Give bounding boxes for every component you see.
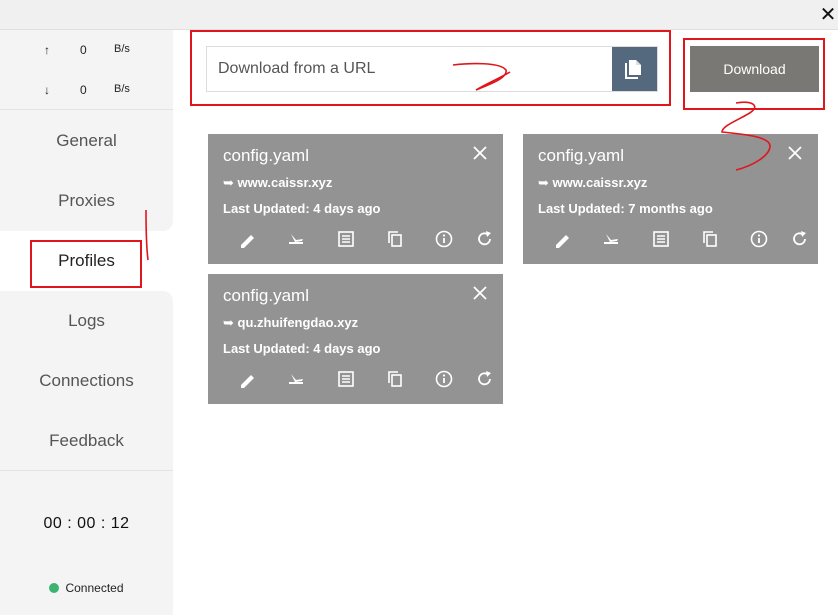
info-icon[interactable] [435,370,453,388]
refresh-icon[interactable] [476,370,494,388]
profile-url: ➥ www.caissr.xyz [538,175,648,190]
nav-item-feedback[interactable]: Feedback [0,411,173,471]
download-value: 0 [80,83,87,97]
close-icon[interactable] [473,286,487,300]
profile-last-updated: Last Updated: 4 days ago [223,201,381,216]
info-icon[interactable] [435,230,453,248]
update-selected-icon[interactable] [287,230,305,248]
profile-url: ➥ qu.zhuifengdao.xyz [223,315,359,330]
download-arrow-icon: ↓ [44,83,50,97]
profile-card[interactable]: config.yaml ➥ www.caissr.xyz Last Update… [523,134,818,264]
traffic-speed: ↑ 0 B/s ↓ 0 B/s [0,30,173,110]
close-icon[interactable] [788,146,802,160]
profile-last-updated: Last Updated: 4 days ago [223,341,381,356]
sidebar-footer: 00 : 00 : 12 Connected [0,470,173,615]
profile-name: config.yaml [223,286,309,305]
view-list-icon[interactable] [652,230,670,248]
nav-item-logs[interactable]: Logs [0,291,173,351]
sidebar-nav: General Proxies Profiles Logs Connection… [0,111,173,471]
edit-icon[interactable] [553,230,571,248]
status-dot-icon [49,583,60,593]
profile-card[interactable]: config.yaml ➥ qu.zhuifengdao.xyz Last Up… [208,274,503,404]
upload-speed: ↑ 0 B/s [0,43,173,63]
refresh-icon[interactable] [791,230,809,248]
nav-item-connections[interactable]: Connections [0,351,173,411]
upload-unit: B/s [114,43,130,55]
info-icon[interactable] [750,230,768,248]
download-speed: ↓ 0 B/s [0,83,173,103]
title-bar: ✕ [0,0,838,30]
view-list-icon[interactable] [337,230,355,248]
profile-actions [208,230,503,250]
nav-item-general[interactable]: General [0,111,173,171]
profile-actions [523,230,818,250]
profile-last-updated: Last Updated: 7 months ago [538,201,713,216]
nav-item-proxies[interactable]: Proxies [0,171,173,231]
profile-card[interactable]: config.yaml ➥ www.caissr.xyz Last Update… [208,134,503,264]
upload-value: 0 [80,43,87,57]
upload-arrow-icon: ↑ [44,43,50,57]
profile-url: ➥ www.caissr.xyz [223,175,333,190]
download-unit: B/s [114,83,130,95]
sidebar: ↑ 0 B/s ↓ 0 B/s General Proxies Profiles… [0,30,173,615]
edit-icon[interactable] [238,370,256,388]
close-window-icon[interactable]: ✕ [818,5,838,25]
copy-icon[interactable] [386,230,404,248]
update-selected-icon[interactable] [287,370,305,388]
view-list-icon[interactable] [337,370,355,388]
status-label: Connected [65,581,124,595]
uptime-timer: 00 : 00 : 12 [43,515,130,532]
annotation-box-download [683,38,825,110]
profile-actions [208,370,503,390]
profile-name: config.yaml [223,146,309,165]
annotation-box-url [190,30,671,106]
connection-status: Connected [0,581,173,595]
copy-icon[interactable] [701,230,719,248]
edit-icon[interactable] [238,230,256,248]
profile-name: config.yaml [538,146,624,165]
copy-icon[interactable] [386,370,404,388]
close-icon[interactable] [473,146,487,160]
refresh-icon[interactable] [476,230,494,248]
update-selected-icon[interactable] [602,230,620,248]
annotation-box-profiles [30,240,142,288]
